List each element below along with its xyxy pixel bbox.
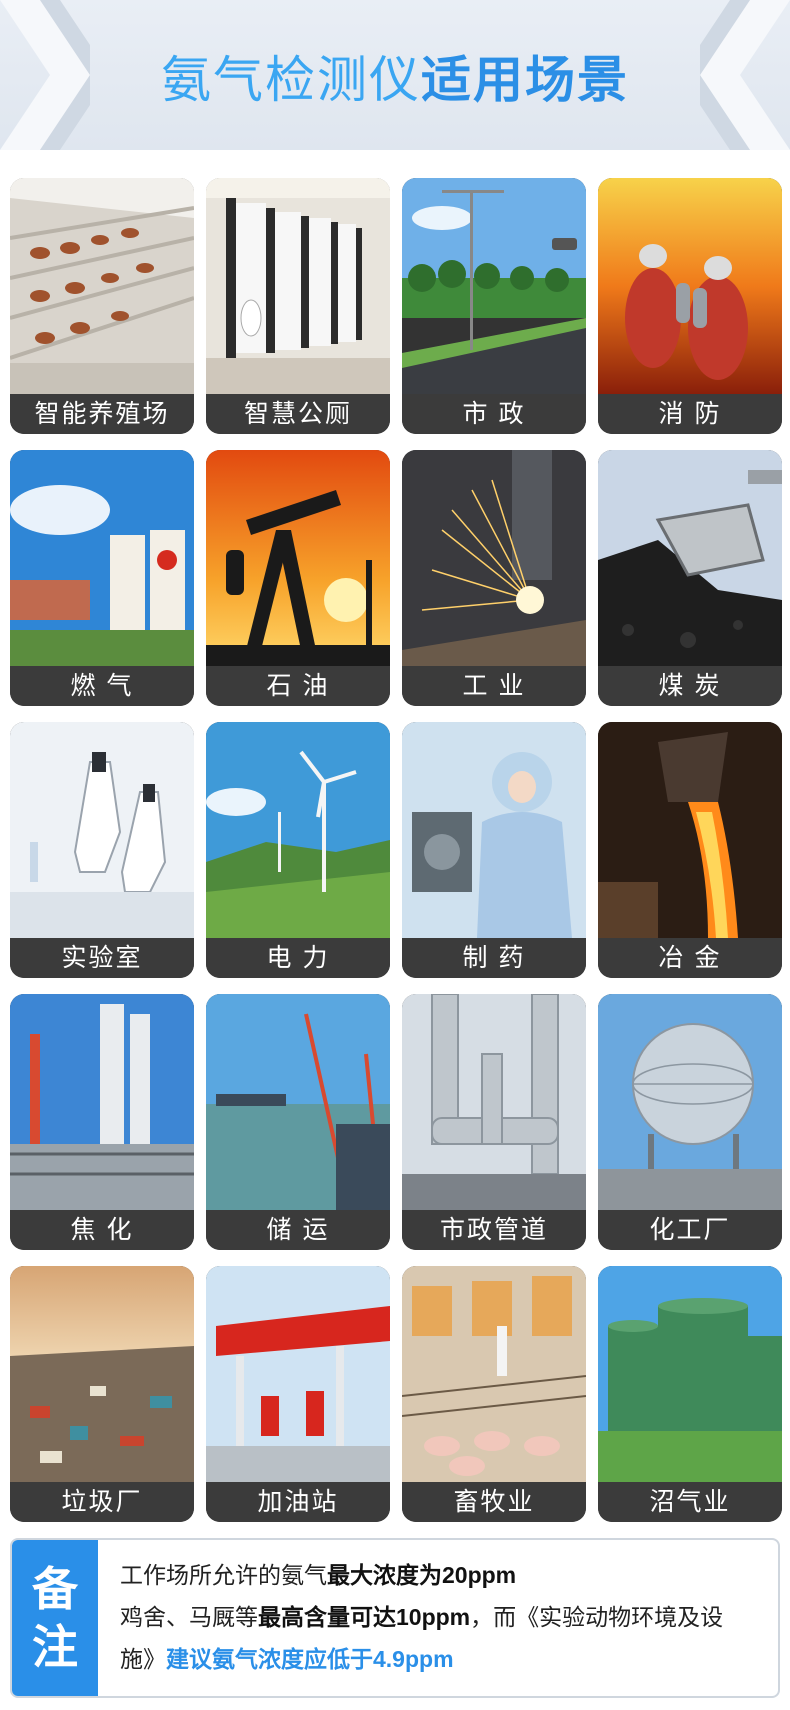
scenario-label: 智能养殖场 [10,394,194,434]
scenario-label: 消 防 [598,394,782,434]
remark-line-1: 工作场所允许的氨气最大浓度为20ppm [120,1554,770,1596]
scenario-tile-pipelines: 市政管道 [402,994,586,1250]
scenario-tile-municipal: 市 政 [402,178,586,434]
oil-pumpjack-sunset-photo [206,450,390,666]
scenario-tile-livestock: 畜牧业 [402,1266,586,1522]
wind-turbine-photo [206,722,390,938]
scenario-tile-fire: 消 防 [598,178,782,434]
remark-line-2-highlight: 最高含量可达10ppm [258,1604,471,1630]
remark-line-3-highlight: 建议氨气浓度应低于4.9ppm [166,1646,454,1672]
scenario-tile-poultry: 智能养殖场 [10,178,194,434]
firefighters-photo [598,178,782,394]
coking-plant-photo [10,994,194,1210]
scenario-label: 实验室 [10,938,194,978]
scenario-label: 市 政 [402,394,586,434]
remark-line-2-text: 鸡舍、马厩等 [120,1604,258,1630]
microscope-lab-photo [10,722,194,938]
scenario-tile-oil: 石 油 [206,450,390,706]
title-part-2: 适用场景 [421,52,629,108]
scenario-label: 电 力 [206,938,390,978]
scenario-label: 加油站 [206,1482,390,1522]
scenario-label: 沼气业 [598,1482,782,1522]
molten-steel-photo [598,722,782,938]
remark-char-2: 注 [32,1621,78,1673]
remark-line-1-text: 工作场所允许的氨气 [120,1562,327,1588]
scenario-tile-biogas: 沼气业 [598,1266,782,1522]
scenario-label: 市政管道 [402,1210,586,1250]
page-header: 氨气检测仪适用场景 [0,0,790,150]
remark-line-3: 施》建议氨气浓度应低于4.9ppm [120,1638,770,1680]
biogas-tanks-photo [598,1266,782,1482]
remark-line-2: 鸡舍、马厩等最高含量可达10ppm，而《实验动物环境及设 [120,1596,770,1638]
gas-storage-tanks-photo [10,450,194,666]
remark-line-1-highlight: 最大浓度为20ppm [327,1562,517,1588]
coal-excavator-photo [598,450,782,666]
pig-farm-photo [402,1266,586,1482]
scenario-label: 制 药 [402,938,586,978]
remark-line-2-tail: ，而《实验动物环境及设 [470,1604,724,1630]
remark-side-label: 备 注 [12,1540,98,1696]
gas-station-photo [206,1266,390,1482]
street-lamp-road-photo [402,178,586,394]
scenario-tile-chemical: 化工厂 [598,994,782,1250]
scenario-tile-landfill: 垃圾厂 [10,1266,194,1522]
scenario-tile-coal: 煤 炭 [598,450,782,706]
scenario-tile-coking: 焦 化 [10,994,194,1250]
industrial-pipes-photo [402,994,586,1210]
scenario-label: 冶 金 [598,938,782,978]
scenario-label: 储 运 [206,1210,390,1250]
remark-box: 备 注 工作场所允许的氨气最大浓度为20ppm 鸡舍、马厩等最高含量可达10pp… [10,1538,780,1698]
welding-sparks-photo [402,450,586,666]
scenario-tile-power: 电 力 [206,722,390,978]
scenario-tile-gas: 燃 气 [10,450,194,706]
scenario-label: 燃 气 [10,666,194,706]
scenario-tile-logistics: 储 运 [206,994,390,1250]
scenario-label: 焦 化 [10,1210,194,1250]
remark-char-1: 备 [32,1563,78,1615]
scenario-label: 化工厂 [598,1210,782,1250]
remark-text: 工作场所允许的氨气最大浓度为20ppm 鸡舍、马厩等最高含量可达10ppm，而《… [120,1554,770,1680]
scenario-tile-metallurgy: 冶 金 [598,722,782,978]
scenario-tile-pharma: 制 药 [402,722,586,978]
scenario-label: 垃圾厂 [10,1482,194,1522]
scenario-grid: 智能养殖场 智慧公厕 市 政 消 防 燃 气 石 油 工 业 煤 炭 实验室 电… [10,178,782,1522]
scenario-tile-lab: 实验室 [10,722,194,978]
scenario-tile-toilet: 智慧公厕 [206,178,390,434]
scenario-tile-industry: 工 业 [402,450,586,706]
scenario-label: 智慧公厕 [206,394,390,434]
container-port-photo [206,994,390,1210]
remark-line-3-text: 施》 [120,1646,166,1672]
scenario-label: 煤 炭 [598,666,782,706]
scenario-label: 石 油 [206,666,390,706]
scenario-label: 工 业 [402,666,586,706]
spherical-tank-photo [598,994,782,1210]
scenario-label: 畜牧业 [402,1482,586,1522]
page-title: 氨气检测仪适用场景 [0,40,790,112]
poultry-cage-photo [10,178,194,394]
landfill-waste-photo [10,1266,194,1482]
public-toilet-photo [206,178,390,394]
scenario-tile-gas-station: 加油站 [206,1266,390,1522]
pharma-worker-photo [402,722,586,938]
title-part-1: 氨气检测仪 [161,52,421,108]
